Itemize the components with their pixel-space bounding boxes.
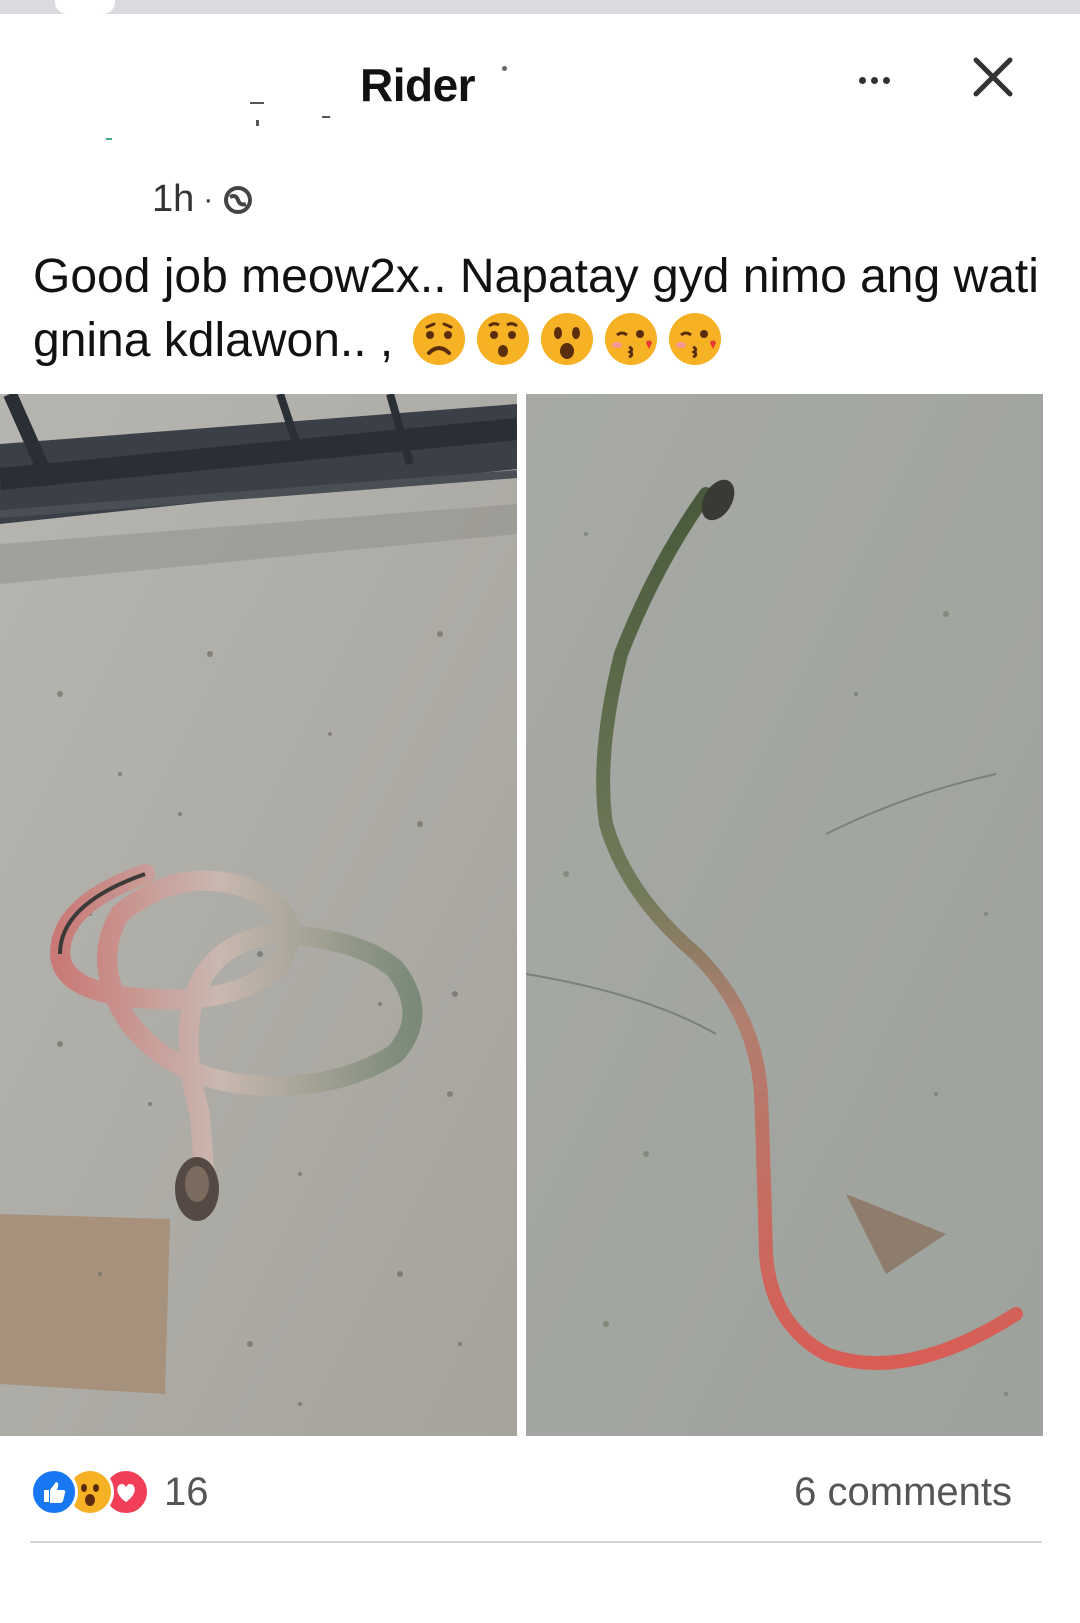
more-options-icon <box>870 76 878 84</box>
like-icon <box>30 1468 78 1516</box>
post-photos <box>0 394 1043 1436</box>
worried-face-icon <box>412 313 465 366</box>
reaction-count: 16 <box>164 1469 209 1514</box>
more-options-icon <box>882 76 890 84</box>
reactions-summary[interactable]: 16 <box>30 1468 209 1516</box>
post-timestamp[interactable]: 1h <box>152 178 194 221</box>
avatar-fragment <box>250 102 264 104</box>
more-options-button[interactable] <box>846 60 902 100</box>
avatar-fragment <box>322 116 330 118</box>
hushed-face-icon <box>476 313 529 366</box>
photo-stretched-snake[interactable] <box>526 394 1043 1436</box>
more-options-icon <box>858 76 866 84</box>
tab-bump <box>55 0 115 14</box>
globe-icon <box>224 185 253 214</box>
author-name[interactable]: Rider <box>360 58 476 112</box>
avatar-fragment <box>106 138 112 140</box>
post-emojis <box>411 311 723 367</box>
close-button[interactable] <box>966 50 1020 104</box>
post-text: Good job meow2x.. Napatay gyd nimo ang w… <box>33 245 1053 373</box>
meta-separator: · <box>203 182 214 216</box>
status-strip <box>0 0 1080 14</box>
close-icon <box>973 57 1013 97</box>
author-avatar[interactable] <box>0 54 340 164</box>
astonished-face-icon <box>540 313 593 366</box>
post-header: Rider <box>0 14 1080 164</box>
avatar-fragment <box>256 120 259 126</box>
verified-dot <box>502 66 507 71</box>
post-meta: 1h · <box>152 178 254 221</box>
face-blowing-kiss-icon <box>604 313 657 366</box>
post-footer: 16 6 comments <box>0 1440 1080 1550</box>
photo-coiled-snake[interactable] <box>0 394 517 1436</box>
face-blowing-kiss-icon <box>668 313 721 366</box>
comments-count-link[interactable]: 6 comments <box>794 1470 1012 1515</box>
footer-divider <box>30 1541 1042 1543</box>
